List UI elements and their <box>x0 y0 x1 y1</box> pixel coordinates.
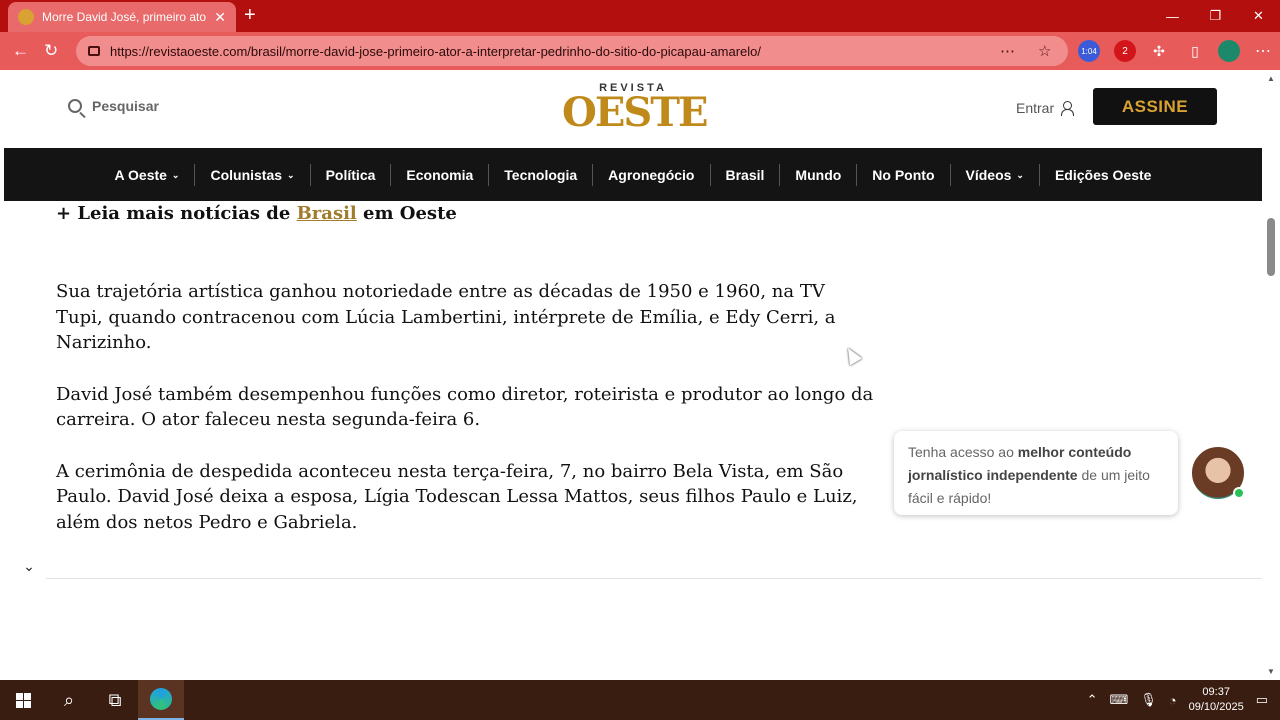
chevron-down-icon: ⌄ <box>1016 169 1024 180</box>
nav-item-brasil[interactable]: Brasil <box>711 163 781 186</box>
promo-text-1: Tenha acesso ao <box>908 444 1018 460</box>
browser-menu-icon[interactable]: ⋯ <box>1252 40 1274 62</box>
nav-item-label: Economia <box>406 166 474 183</box>
brasil-section-link[interactable]: Brasil <box>297 203 357 224</box>
new-tab-icon[interactable]: + <box>244 5 256 25</box>
chevron-down-icon: ⌄ <box>171 169 180 180</box>
browser-tab-bar: Morre David José, primeiro ator a ✕ + — … <box>0 0 1280 32</box>
site-header: Pesquisar REVISTA OESTE Entrar ASSINE <box>4 70 1262 148</box>
nav-item-label: Colunistas <box>210 166 283 183</box>
nav-item-no-ponto[interactable]: No Ponto <box>857 163 951 186</box>
minimize-icon[interactable]: — <box>1151 0 1194 32</box>
scroll-thumb[interactable] <box>1267 218 1275 276</box>
extension-adblock-icon[interactable]: 2 <box>1114 40 1136 62</box>
favorite-star-icon[interactable]: ☆ <box>1038 42 1051 60</box>
nav-item-a-oeste[interactable]: A Oeste ⌄ <box>100 163 196 186</box>
nav-item-economia[interactable]: Economia <box>391 163 490 186</box>
nav-item-mundo[interactable]: Mundo <box>780 163 858 186</box>
edge-taskbar-button[interactable] <box>138 680 184 720</box>
more-news-line: + Leia mais notícias de Brasil em Oeste <box>56 203 876 224</box>
close-tab-icon[interactable]: ✕ <box>214 9 226 26</box>
extension-badge: 1:04 <box>1081 46 1097 56</box>
nav-item-label: Vídeos <box>965 166 1012 183</box>
url-text: https://revistaoeste.com/brasil/morre-da… <box>110 43 761 59</box>
clock-time: 09:37 <box>1202 686 1230 698</box>
subscription-promo-bubble[interactable]: Tenha acesso ao melhor conteúdo jornalís… <box>894 431 1178 515</box>
profile-avatar-icon[interactable] <box>1218 40 1240 62</box>
nav-item-tecnologia[interactable]: Tecnologia <box>489 163 594 186</box>
nav-item-agronegócio[interactable]: Agronegócio <box>593 163 711 186</box>
nav-item-label: Brasil <box>725 166 765 183</box>
back-icon[interactable]: ← <box>12 41 29 61</box>
logo-main-text: OESTE <box>562 89 708 136</box>
windows-taskbar: ⌕ ⧉ ⌃ ⌨ 🎙 ◔ 09:37 09/10/2025 ▭ <box>0 680 1280 720</box>
microphone-icon[interactable]: 🎙 <box>1140 692 1157 708</box>
nav-item-label: Edições Oeste <box>1054 166 1152 183</box>
chevron-down-icon: ⌄ <box>287 169 295 180</box>
article-paragraph: A cerimônia de despedida aconteceu nesta… <box>56 460 858 533</box>
window-controls: — ❐ ✕ <box>1151 0 1280 32</box>
search-label: Pesquisar <box>92 98 159 114</box>
nav-item-label: Tecnologia <box>504 166 578 183</box>
tray-chevron-up-icon[interactable]: ⌃ <box>1087 692 1098 708</box>
nav-item-label: Política <box>325 166 376 183</box>
nav-item-label: Mundo <box>795 166 842 183</box>
wifi-icon[interactable]: ◔ <box>1169 693 1177 708</box>
nav-item-label: No Ponto <box>872 166 935 183</box>
search-taskbar-icon[interactable]: ⌕ <box>46 680 92 720</box>
close-window-icon[interactable]: ✕ <box>1237 0 1280 32</box>
more-news-prefix: + Leia mais notícias de <box>56 203 297 224</box>
online-status-icon <box>1233 487 1245 499</box>
article-paragraph: Sua trajetória artística ganhou notoried… <box>56 281 836 353</box>
system-tray: ⌃ ⌨ 🎙 ◔ 09:37 09/10/2025 ▭ <box>1087 680 1280 720</box>
site-logo[interactable]: REVISTA OESTE <box>562 82 708 136</box>
meet-icon[interactable]: ⌨ <box>1110 692 1129 708</box>
user-icon <box>1060 101 1075 116</box>
address-bar[interactable]: https://revistaoeste.com/brasil/morre-da… <box>76 36 1068 66</box>
chevron-down-icon[interactable]: ⌄ <box>12 549 46 583</box>
article-paragraph: David José também desempenhou funções co… <box>56 383 874 431</box>
more-news-suffix: em Oeste <box>356 203 457 224</box>
clock-date: 09/10/2025 <box>1188 701 1244 713</box>
extension-timer-icon[interactable]: 1:04 <box>1078 40 1100 62</box>
tab-title: Morre David José, primeiro ator a <box>42 10 207 24</box>
task-view-icon[interactable]: ⧉ <box>92 680 138 720</box>
web-page: Pesquisar REVISTA OESTE Entrar ASSINE A … <box>4 70 1262 680</box>
start-button[interactable] <box>0 680 46 720</box>
refresh-icon[interactable]: ↻ <box>44 41 58 61</box>
nav-item-política[interactable]: Política <box>311 163 392 186</box>
browser-toolbar: ← ↻ https://revistaoeste.com/brasil/morr… <box>0 32 1280 70</box>
page-scrollbar[interactable]: ▲ ▼ <box>1262 70 1280 680</box>
login-label: Entrar <box>1016 100 1055 116</box>
scroll-up-icon[interactable]: ▲ <box>1267 74 1275 83</box>
extension-badge: 2 <box>1122 45 1128 57</box>
browser-tab[interactable]: Morre David José, primeiro ator a ✕ <box>8 2 236 32</box>
nav-item-label: Agronegócio <box>608 166 695 183</box>
divider <box>46 578 1262 579</box>
subscribe-button[interactable]: ASSINE <box>1093 88 1217 125</box>
nav-item-colunistas[interactable]: Colunistas ⌄ <box>195 163 311 186</box>
scroll-down-icon[interactable]: ▼ <box>1267 667 1275 676</box>
restore-icon[interactable]: ❐ <box>1194 0 1237 32</box>
search-icon <box>68 99 82 113</box>
nav-item-vídeos[interactable]: Vídeos ⌄ <box>951 163 1040 186</box>
login-button[interactable]: Entrar <box>1016 100 1075 116</box>
split-screen-icon[interactable]: ▯ <box>1184 40 1206 62</box>
article-body: + Leia mais notícias de Brasil em Oeste … <box>56 201 876 535</box>
search-button[interactable]: Pesquisar <box>68 98 159 114</box>
more-options-icon[interactable]: ⋯ <box>1000 42 1015 60</box>
lock-icon <box>88 46 100 56</box>
edge-icon <box>150 688 172 710</box>
nav-item-label: A Oeste <box>114 166 167 183</box>
clock[interactable]: 09:37 09/10/2025 <box>1189 685 1244 715</box>
main-navigation: A Oeste ⌄ Colunistas ⌄ Política Economia Tecno… <box>4 148 1262 201</box>
notifications-icon[interactable]: ▭ <box>1256 692 1268 708</box>
nav-item-edições-oeste[interactable]: Edições Oeste <box>1040 164 1167 186</box>
extensions-puzzle-icon[interactable]: ✣ <box>1148 40 1170 62</box>
site-favicon-icon <box>18 9 34 25</box>
windows-logo-icon <box>15 692 31 708</box>
